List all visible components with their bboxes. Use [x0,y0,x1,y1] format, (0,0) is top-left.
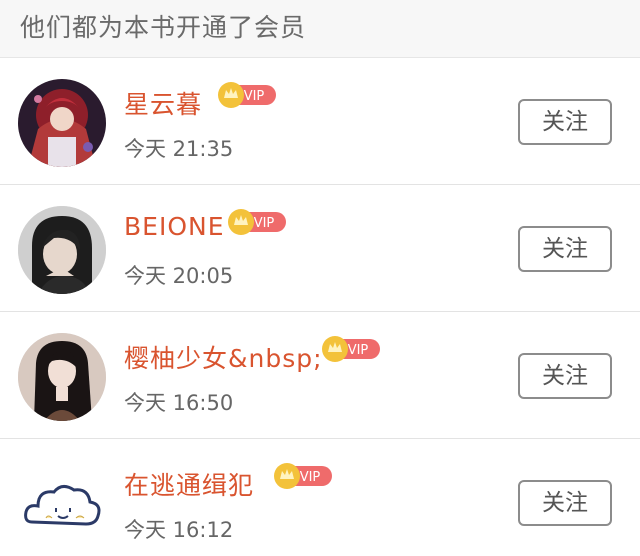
follow-button[interactable]: 关注 [518,353,612,399]
avatar[interactable] [18,79,106,167]
cloud-face-avatar-image [18,460,106,548]
follow-button[interactable]: 关注 [518,99,612,145]
member-row[interactable]: 樱柚少女&nbsp; VIP 今天 16:50 关注 [0,313,640,439]
timestamp: 今天 21:35 [124,137,234,161]
member-name[interactable]: BEIONE [124,212,225,241]
vip-badge: VIP [218,81,278,109]
svg-text:VIP: VIP [254,216,275,231]
member-name[interactable]: 在逃通缉犯 [124,466,254,502]
follow-button[interactable]: 关注 [518,480,612,526]
header-title: 他们都为本书开通了会员 [20,13,307,42]
svg-text:VIP: VIP [244,89,265,104]
timestamp: 今天 16:12 [124,518,234,542]
member-row[interactable]: 星云暮 VIP 今天 21:35 关注 [0,59,640,185]
list-header: 他们都为本书开通了会员 [0,0,640,58]
follow-button[interactable]: 关注 [518,226,612,272]
vip-badge: VIP [322,335,382,363]
member-row[interactable]: 在逃通缉犯 VIP 今天 16:12 关注 [0,440,640,556]
avatar[interactable] [18,333,106,421]
avatar[interactable] [18,206,106,294]
svg-text:VIP: VIP [300,470,321,485]
svg-text:VIP: VIP [348,343,369,358]
timestamp: 今天 16:50 [124,391,234,415]
member-name[interactable]: 星云暮 [124,85,202,121]
avatar[interactable] [18,460,106,548]
anime-girl-avatar-image [18,79,106,167]
timestamp: 今天 20:05 [124,264,234,288]
girl-photo-avatar-image [18,206,106,294]
member-row[interactable]: BEIONE VIP 今天 20:05 关注 [0,186,640,312]
vip-badge: VIP [228,208,288,236]
girl-longhair-avatar-image [18,333,106,421]
vip-badge: VIP [274,462,334,490]
member-name[interactable]: 樱柚少女&nbsp; [124,339,323,375]
